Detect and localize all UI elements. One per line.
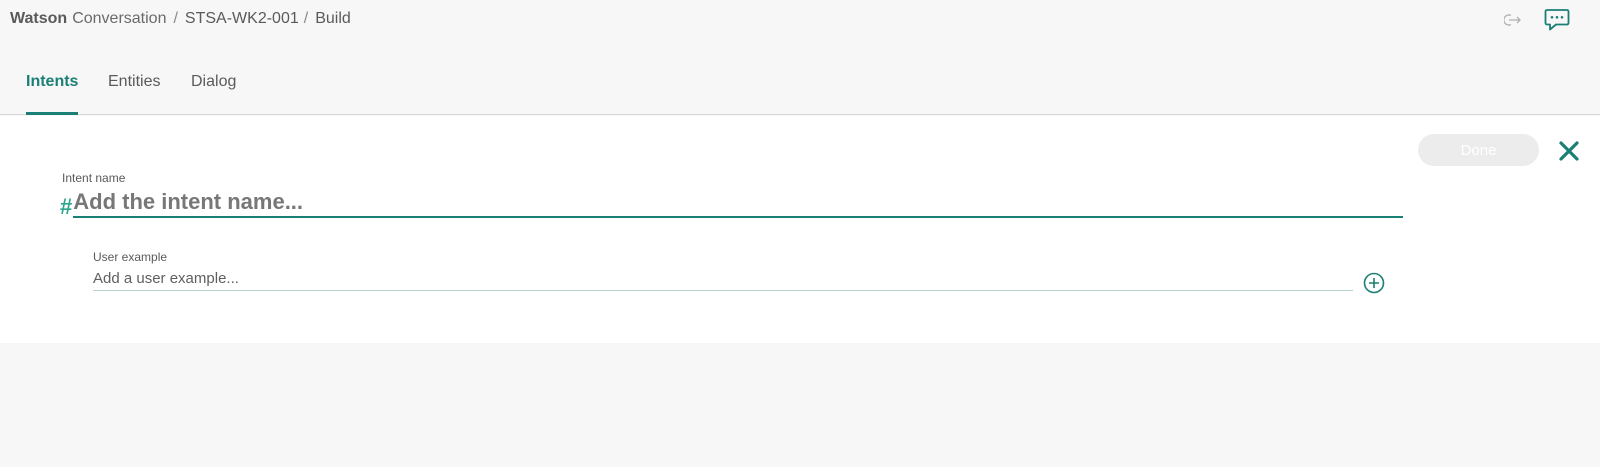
top-bar: Watson Conversation / STSA-WK2-001 / Bui…: [0, 0, 1600, 40]
add-example-button[interactable]: [1363, 272, 1385, 294]
intent-editor-panel: Done Intent name # User example: [0, 116, 1600, 343]
close-icon: [1559, 141, 1579, 161]
chat-bubble-icon: [1544, 9, 1570, 31]
hash-prefix: #: [60, 194, 73, 219]
done-button[interactable]: Done: [1418, 134, 1539, 166]
tab-entities[interactable]: Entities: [108, 73, 160, 115]
logout-button[interactable]: [1504, 13, 1522, 27]
breadcrumb-separator: /: [303, 10, 309, 27]
breadcrumb-page: Build: [315, 10, 351, 27]
tab-dialog[interactable]: Dialog: [191, 73, 236, 115]
add-circle-icon: [1363, 272, 1385, 294]
close-button[interactable]: [1556, 138, 1582, 164]
intent-name-row: #: [60, 188, 1404, 219]
breadcrumb: Watson Conversation / STSA-WK2-001 / Bui…: [10, 10, 351, 28]
brand-product[interactable]: Conversation: [72, 10, 166, 28]
brand-name[interactable]: Watson: [10, 10, 67, 28]
breadcrumb-workspace[interactable]: STSA-WK2-001: [185, 10, 299, 28]
tab-intents[interactable]: Intents: [26, 73, 79, 115]
intent-name-input[interactable]: [73, 188, 1404, 218]
user-example-label: User example: [93, 250, 168, 264]
intent-name-label: Intent name: [62, 171, 126, 185]
user-example-input[interactable]: [93, 267, 1353, 291]
chat-button[interactable]: [1544, 8, 1570, 32]
tab-bar: Intents Entities Dialog: [0, 60, 1600, 115]
breadcrumb-separator: /: [173, 10, 178, 27]
logout-icon: [1504, 14, 1521, 26]
